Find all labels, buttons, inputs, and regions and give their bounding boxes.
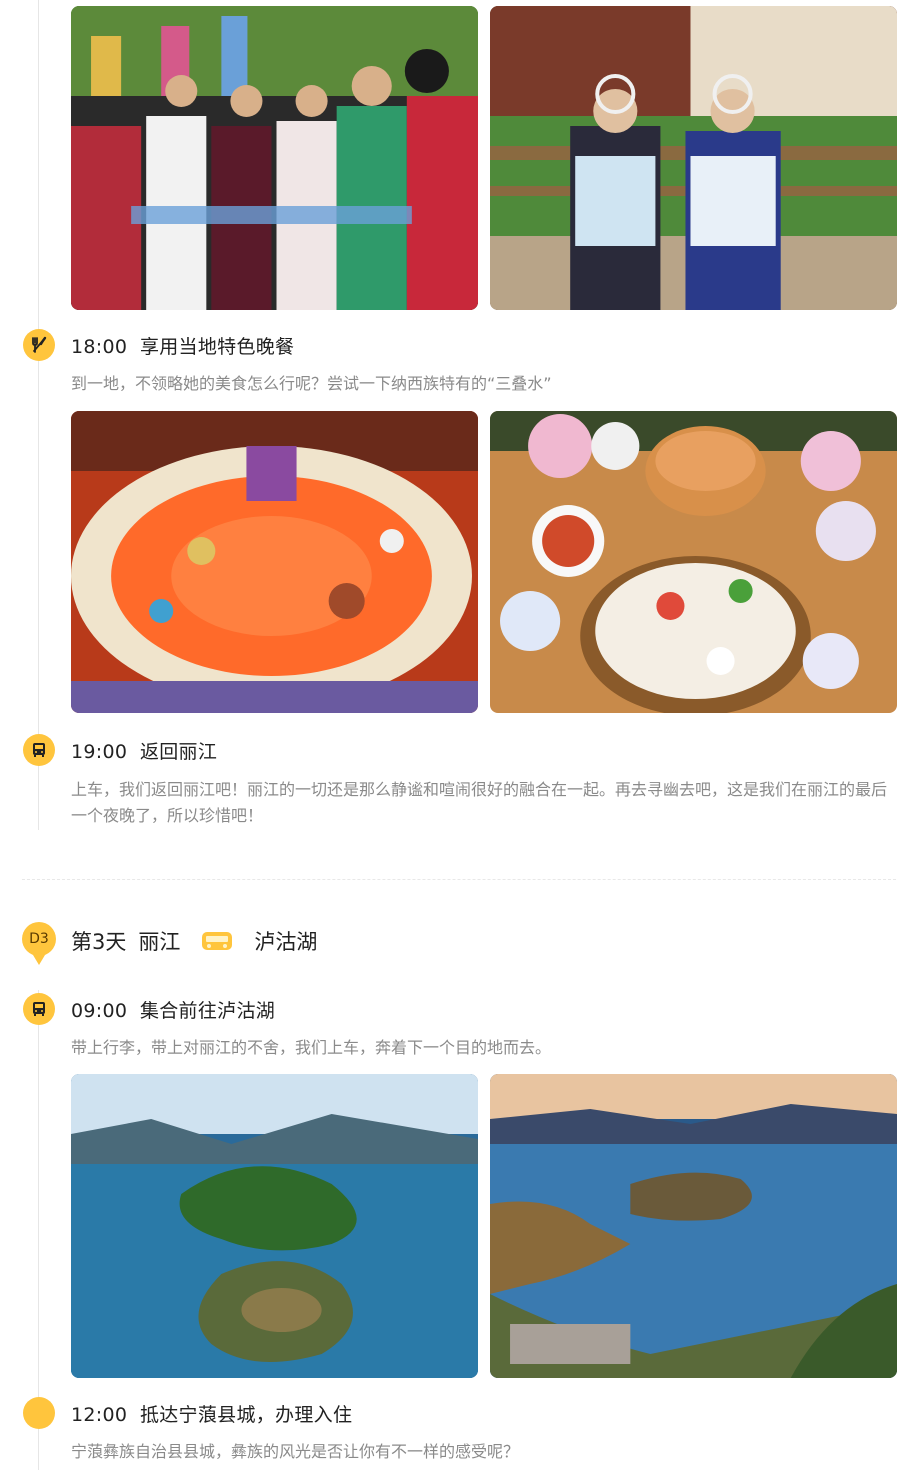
lugu-lake-peninsula-photo[interactable] — [490, 1074, 897, 1378]
photo-row-lake — [71, 1074, 897, 1378]
bus-icon — [33, 1002, 45, 1016]
day-from: 丽江 — [138, 930, 181, 954]
timeline-line — [38, 0, 39, 830]
day-to: 泸沽湖 — [254, 930, 318, 954]
event-time: 12:00 — [71, 1404, 128, 1426]
photo-row-dinner — [71, 411, 897, 713]
event-title: 12:00 抵达宁蒗县城，办理入住 — [71, 1400, 352, 1427]
two-women-selfie-photo[interactable] — [490, 6, 897, 310]
day-badge: D3 — [22, 922, 56, 965]
banquet-table-photo[interactable] — [71, 411, 478, 713]
event-name: 集合前往泸沽湖 — [139, 1000, 276, 1022]
photo-row-costumes — [71, 6, 897, 310]
event-name: 享用当地特色晚餐 — [139, 336, 295, 358]
folk-costume-crowd-photo[interactable] — [71, 6, 478, 310]
event-time: 09:00 — [71, 1000, 128, 1022]
day-header: 第3天 丽江 泸沽湖 — [71, 926, 317, 956]
event-title: 19:00 返回丽江 — [71, 737, 217, 764]
event-time: 18:00 — [71, 336, 128, 358]
event-title: 09:00 集合前往泸沽湖 — [71, 996, 275, 1023]
event-dot — [23, 734, 55, 766]
event-dot — [23, 993, 55, 1025]
circle-icon — [23, 1397, 55, 1429]
bus-icon — [33, 743, 45, 757]
event-title: 18:00 享用当地特色晚餐 — [71, 332, 294, 359]
hotpot-table-photo[interactable] — [490, 411, 897, 713]
event-description: 上车，我们返回丽江吧！丽江的一切还是那么静谧和喧闹很好的融合在一起。再去寻幽去吧… — [71, 780, 888, 825]
event-dot — [23, 329, 55, 361]
event-description: 带上行李，带上对丽江的不舍，我们上车，奔着下一个目的地而去。 — [71, 1038, 552, 1057]
utensils-icon — [32, 336, 47, 353]
event-description: 到一地，不领略她的美食怎么行呢？尝试一下纳西族特有的“三叠水” — [71, 374, 552, 393]
section-divider — [22, 879, 896, 880]
bus-icon — [200, 929, 234, 953]
lugu-lake-islands-photo[interactable] — [71, 1074, 478, 1378]
day-label: 第3天 — [71, 930, 127, 954]
event-time: 19:00 — [71, 741, 128, 763]
event-name: 返回丽江 — [139, 741, 218, 763]
event-description: 宁蒗彝族自治县县城，彝族的风光是否让你有不一样的感受呢？ — [71, 1442, 520, 1461]
event-name: 抵达宁蒗县城，办理入住 — [139, 1404, 353, 1426]
